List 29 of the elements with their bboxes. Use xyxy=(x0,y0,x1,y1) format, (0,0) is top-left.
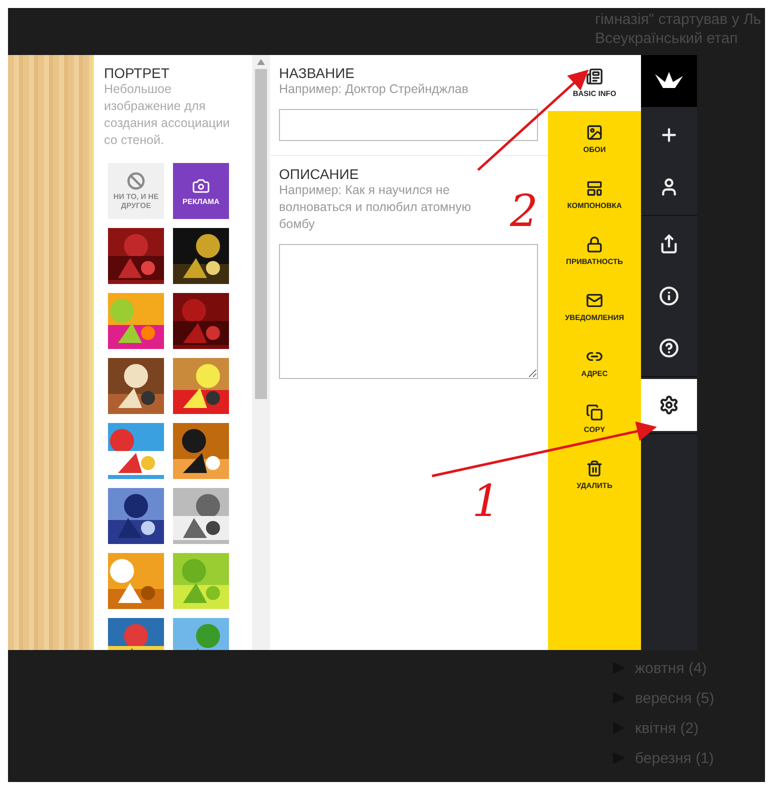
field-hint: Например: Доктор Стрейнджлав xyxy=(279,81,470,98)
info-icon xyxy=(659,286,679,306)
copy-icon xyxy=(586,404,603,421)
crane-logo[interactable] xyxy=(655,72,683,90)
no-icon xyxy=(127,172,145,190)
share-icon xyxy=(659,234,679,254)
description-field[interactable] xyxy=(279,244,538,379)
field-label: НАЗВАНИЕ xyxy=(279,65,356,81)
image-icon xyxy=(586,124,603,141)
newspaper-icon xyxy=(586,68,603,85)
field-label: ОПИСАНИЕ xyxy=(279,166,360,182)
annotation-number: 1 xyxy=(472,480,500,524)
help-icon xyxy=(659,338,679,358)
scroll-thumb[interactable] xyxy=(255,69,267,399)
user-icon xyxy=(659,177,679,197)
settings-icon xyxy=(659,395,679,415)
layout-icon xyxy=(586,180,603,197)
trash-icon xyxy=(586,460,603,477)
portrait-hint: Небольшое изображение для создания ассоциации со стеной. xyxy=(104,81,231,149)
rail-button[interactable] xyxy=(641,379,697,431)
annotation-number: 2 xyxy=(510,190,538,234)
field-hint: Например: Как я научился не волноваться и полюбил атомную бомбу xyxy=(279,182,472,233)
name-field[interactable] xyxy=(279,109,538,141)
lock-icon xyxy=(586,236,603,253)
plus-icon xyxy=(659,125,679,145)
mail-icon xyxy=(586,292,603,309)
camera-icon xyxy=(192,176,210,194)
portrait-title: ПОРТРЕТ xyxy=(104,65,170,81)
scrollbar[interactable] xyxy=(252,55,270,650)
